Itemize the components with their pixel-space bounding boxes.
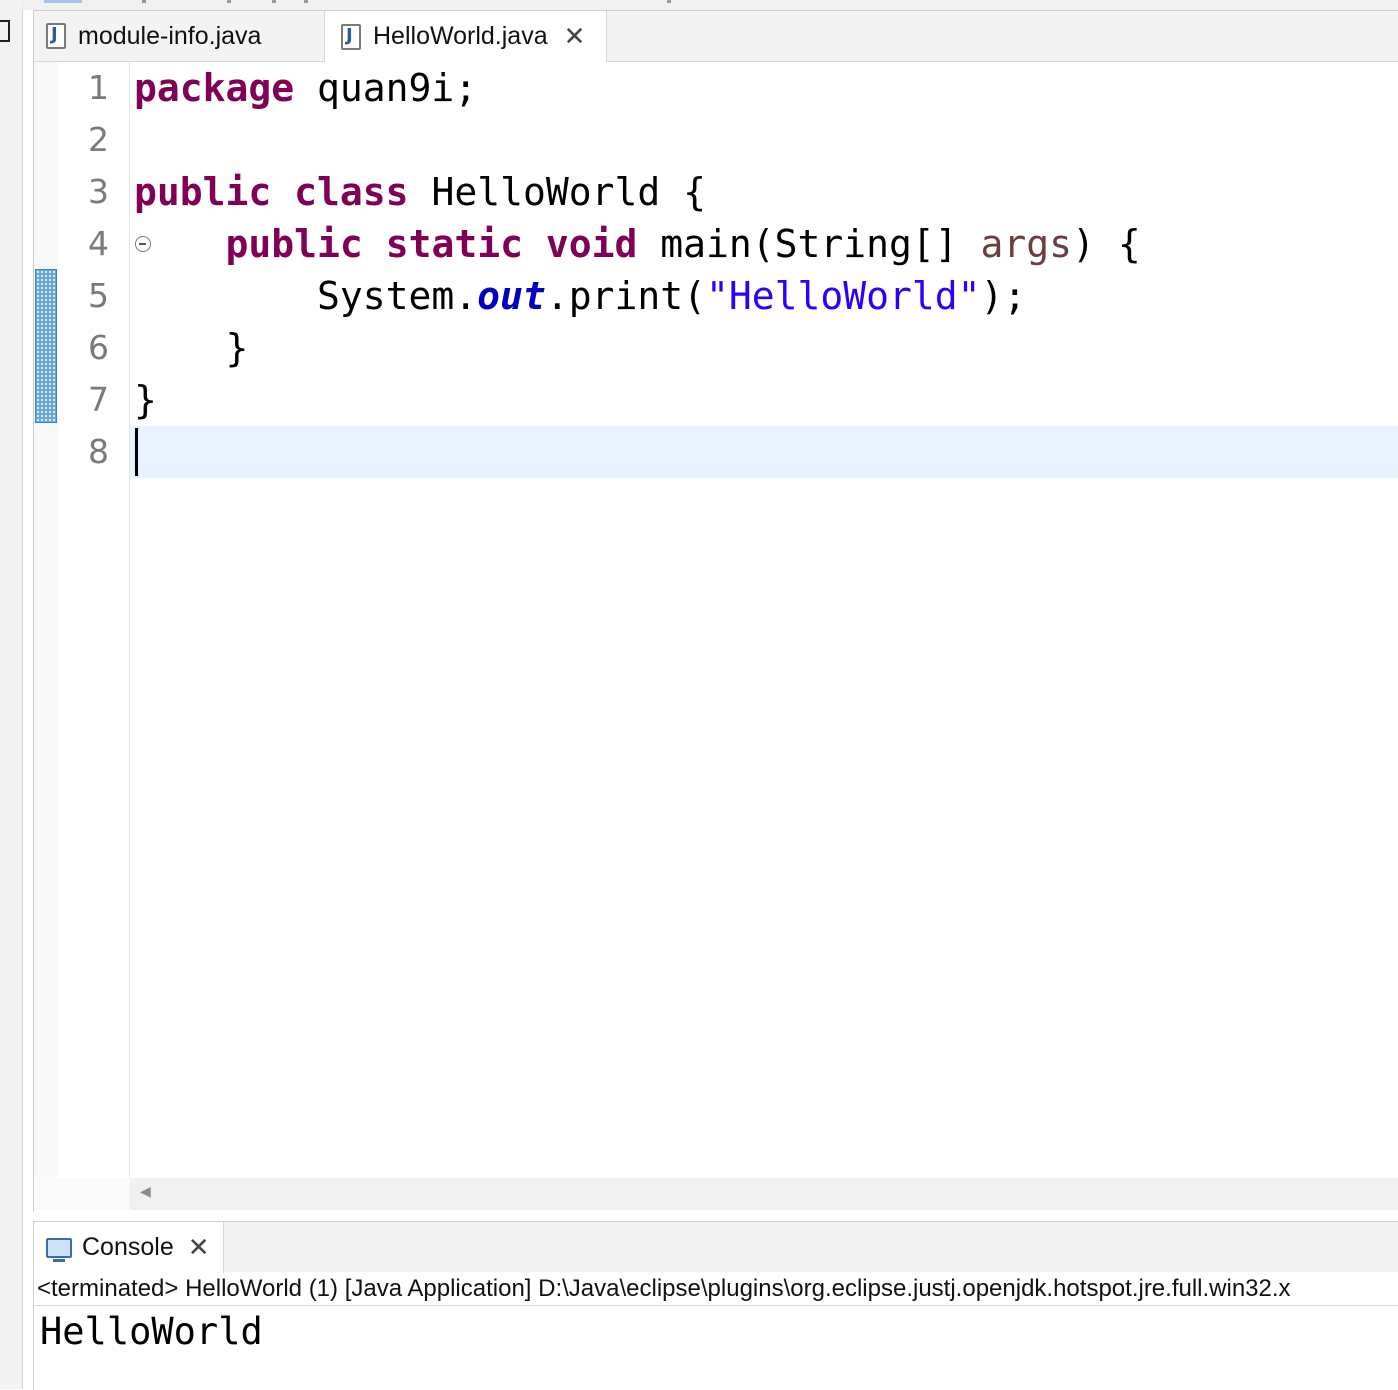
current-line-highlight <box>130 426 1398 478</box>
line-number: 3 <box>88 172 109 211</box>
code-line: System.out.print("HelloWorld"); <box>134 270 1026 322</box>
code-line: public class HelloWorld { <box>134 166 706 218</box>
tab-label: module-info.java <box>78 21 262 50</box>
toolbar-fragment <box>667 0 671 3</box>
toolbar-fragment <box>272 0 276 3</box>
code-token: args <box>980 222 1073 266</box>
code-line: } <box>134 374 157 426</box>
toolbar-edge <box>22 0 1398 10</box>
code-token: .print( <box>545 274 706 318</box>
line-number: 7 <box>88 380 109 419</box>
code-token: public <box>134 170 272 214</box>
line-number: 5 <box>88 276 109 315</box>
toolbar-fragment <box>227 0 231 3</box>
code-token: System. <box>134 274 478 318</box>
toolbar-fragment <box>304 0 308 3</box>
line-number: 1 <box>88 68 109 107</box>
console-tab-bar: Console ✕ <box>34 1222 1398 1273</box>
code-line: } <box>134 322 249 374</box>
code-token: ) { <box>1072 222 1141 266</box>
java-file-icon: J <box>46 23 66 49</box>
line-number: 8 <box>88 432 109 471</box>
code-token: } <box>134 326 249 370</box>
tab-label: Console <box>82 1233 174 1261</box>
code-line: public static void main(String[] args) { <box>134 218 1141 270</box>
editor-tab-bar: J module-info.java J HelloWorld.java ✕ <box>34 11 1398 62</box>
code-token: static <box>385 222 523 266</box>
code-token: public <box>225 222 363 266</box>
console-monitor-icon <box>46 1237 72 1262</box>
code-token: out <box>477 274 546 318</box>
code-token: "HelloWorld" <box>705 274 981 318</box>
code-line: package quan9i; <box>134 62 477 114</box>
ruler-corner <box>34 1178 130 1210</box>
code-token: class <box>294 170 409 214</box>
panel-edge-icon <box>0 20 10 42</box>
console-view: Console ✕ <terminated> HelloWorld (1) [J… <box>33 1221 1398 1390</box>
code-token: void <box>545 222 638 266</box>
horizontal-scrollbar[interactable]: ◀ <box>130 1178 1398 1210</box>
tab-module-info[interactable]: J module-info.java <box>46 11 324 61</box>
toolbar-fragment <box>142 0 146 3</box>
close-tab-icon[interactable]: ✕ <box>188 1233 210 1263</box>
scroll-left-arrow-icon[interactable]: ◀ <box>140 1184 151 1200</box>
code-token: main(String[] <box>637 222 981 266</box>
tab-label: HelloWorld.java <box>373 22 548 50</box>
code-token: HelloWorld { <box>408 170 706 214</box>
text-caret <box>135 428 138 476</box>
line-number: 6 <box>88 328 109 367</box>
code-text-area[interactable]: package quan9i; public class HelloWorld {… <box>130 62 1398 1177</box>
close-tab-icon[interactable]: ✕ <box>564 22 586 52</box>
code-token: } <box>134 378 157 422</box>
tab-console[interactable]: Console ✕ <box>34 1222 224 1273</box>
console-process-status: <terminated> HelloWorld (1) [Java Applic… <box>34 1272 1398 1306</box>
code-token: package <box>134 66 295 110</box>
left-panel-strip <box>0 0 23 1389</box>
code-token: quan9i; <box>294 66 478 110</box>
java-editor: J module-info.java J HelloWorld.java ✕ 1… <box>33 10 1398 1212</box>
tab-helloworld[interactable]: J HelloWorld.java ✕ <box>324 11 607 62</box>
console-output[interactable]: HelloWorld <box>40 1310 263 1353</box>
line-number-ruler: 1 2 3 4 5 6 7 8 <box>58 62 151 1177</box>
java-file-icon: J <box>341 23 361 50</box>
line-number: 2 <box>88 120 109 159</box>
line-number: 4 <box>88 224 109 263</box>
toolbar-selection-indicator <box>44 0 82 3</box>
code-token: ); <box>980 274 1027 318</box>
